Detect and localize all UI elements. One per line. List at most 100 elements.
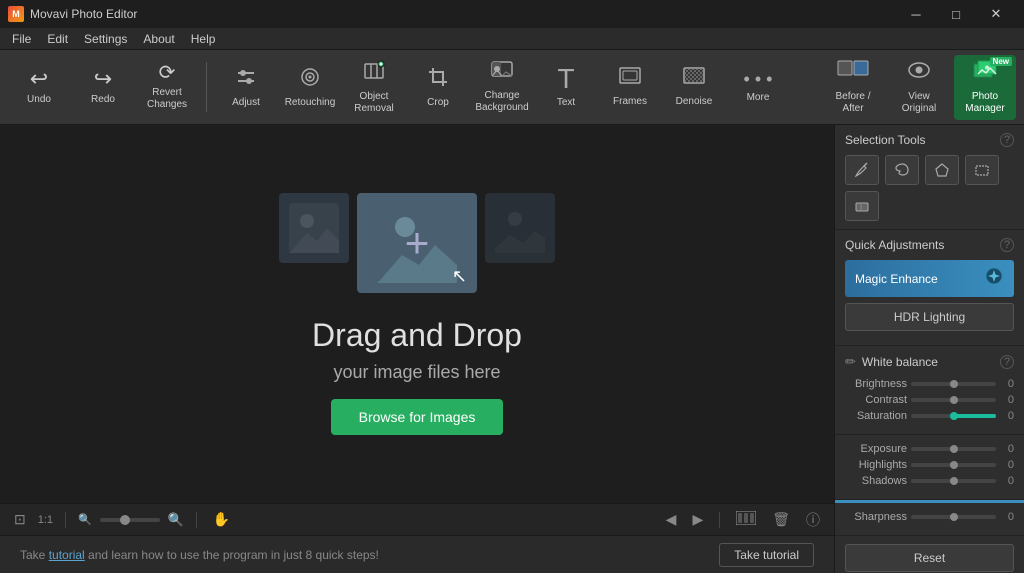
selection-lasso-button[interactable] [885, 155, 919, 185]
right-panel: Selection Tools ? [834, 125, 1024, 573]
hdr-lighting-button[interactable]: HDR Lighting [845, 303, 1014, 331]
revert-button[interactable]: ⟳ RevertChanges [136, 55, 198, 120]
menu-file[interactable]: File [4, 30, 39, 48]
contrast-label: Contrast [845, 394, 907, 406]
main-area: Take tutorial and learn how to use the p… [0, 125, 1024, 573]
zoom-slider[interactable] [100, 518, 160, 522]
selection-tools-title: Selection Tools [845, 133, 926, 147]
prev-image-button[interactable]: ◀ [662, 507, 681, 532]
toolbar-separator [206, 62, 207, 112]
retouching-button[interactable]: Retouching [279, 55, 341, 120]
highlights-value: 0 [1000, 459, 1014, 471]
selection-tools-help[interactable]: ? [1000, 133, 1014, 147]
menu-settings[interactable]: Settings [76, 30, 135, 48]
canvas-controls-right: ◀ ▶ 🗑 ⓘ [662, 506, 824, 534]
thumbnail-main: + ↖ [357, 193, 477, 293]
more-button[interactable]: • • • More [727, 55, 789, 120]
denoise-icon [682, 66, 706, 92]
actions-section: Reset Save [835, 536, 1024, 573]
minimize-button[interactable]: ─ [896, 0, 936, 28]
selection-tools-buttons [845, 155, 1014, 221]
change-background-label: ChangeBackground [475, 90, 528, 114]
magic-enhance-label: Magic Enhance [855, 272, 938, 286]
brightness-label: Brightness [845, 378, 907, 390]
menu-edit[interactable]: Edit [39, 30, 76, 48]
frames-button[interactable]: Frames [599, 55, 661, 120]
close-button[interactable]: ✕ [976, 0, 1016, 28]
selection-brush-button[interactable] [845, 155, 879, 185]
white-balance-help[interactable]: ? [1000, 355, 1014, 369]
canvas-area: Take tutorial and learn how to use the p… [0, 125, 834, 573]
quick-adjustments-help[interactable]: ? [1000, 238, 1014, 252]
zoom-ratio-label: 1:1 [38, 514, 53, 526]
selection-eraser-button[interactable] [845, 191, 879, 221]
tutorial-link[interactable]: tutorial [49, 548, 85, 562]
selection-tools-section: Selection Tools ? [835, 125, 1024, 230]
quick-adjustments-section: Quick Adjustments ? Magic Enhance HDR Li… [835, 230, 1024, 346]
before-after-button[interactable]: Before /After [822, 55, 884, 120]
magic-enhance-icon [984, 266, 1004, 291]
redo-label: Redo [91, 94, 115, 106]
revert-icon: ⟳ [159, 63, 176, 83]
canvas[interactable]: + ↖ Drag and Drop your image files here … [0, 125, 834, 503]
sharpness-row: Sharpness 0 [845, 511, 1014, 523]
selection-rectangle-button[interactable] [965, 155, 999, 185]
separator-3 [719, 512, 720, 528]
shadows-slider[interactable] [911, 479, 996, 483]
quick-adjustments-title: Quick Adjustments [845, 238, 944, 252]
exposure-slider[interactable] [911, 447, 996, 451]
text-label: Text [557, 97, 575, 109]
info-button[interactable]: ⓘ [802, 506, 824, 534]
photo-manager-button[interactable]: New PhotoManager [954, 55, 1016, 120]
shadows-slider-row: Shadows 0 [845, 475, 1014, 487]
adjust-label: Adjust [232, 97, 260, 109]
tutorial-prefix: Take [20, 548, 49, 562]
menu-help[interactable]: Help [183, 30, 224, 48]
change-background-icon [490, 60, 514, 86]
fit-view-button[interactable]: ⊡ [10, 507, 30, 532]
crop-label: Crop [427, 97, 449, 109]
text-button[interactable]: T Text [535, 55, 597, 120]
undo-button[interactable]: ↩ Undo [8, 55, 70, 120]
thumbnail-2 [485, 193, 555, 263]
selection-polygon-button[interactable] [925, 155, 959, 185]
app-icon: M [8, 6, 24, 22]
browse-images-button[interactable]: Browse for Images [331, 399, 504, 435]
brightness-value: 0 [1000, 378, 1014, 390]
sharpness-section: Sharpness 0 [835, 500, 1024, 536]
brightness-slider[interactable] [911, 382, 996, 386]
next-image-button[interactable]: ▶ [688, 507, 707, 532]
highlights-slider[interactable] [911, 463, 996, 467]
adjust-button[interactable]: Adjust [215, 55, 277, 120]
highlights-slider-row: Highlights 0 [845, 459, 1014, 471]
contrast-slider[interactable] [911, 398, 996, 402]
redo-button[interactable]: ↪ Redo [72, 55, 134, 120]
object-removal-button[interactable]: ObjectRemoval [343, 55, 405, 120]
denoise-button[interactable]: Denoise [663, 55, 725, 120]
change-background-button[interactable]: ChangeBackground [471, 55, 533, 120]
app-title: Movavi Photo Editor [30, 7, 137, 21]
delete-button[interactable]: 🗑 [768, 507, 794, 532]
frames-label: Frames [613, 96, 647, 108]
frames-icon [618, 66, 642, 92]
magic-enhance-button[interactable]: Magic Enhance [845, 260, 1014, 297]
drag-drop-subtitle: your image files here [333, 362, 500, 383]
drag-drop-title: Drag and Drop [312, 317, 522, 354]
toolbar: ↩ Undo ↪ Redo ⟳ RevertChanges Adjust [0, 50, 1024, 125]
maximize-button[interactable]: □ [936, 0, 976, 28]
reset-button[interactable]: Reset [845, 544, 1014, 572]
menu-about[interactable]: About [135, 30, 182, 48]
white-balance-title: White balance [862, 355, 938, 369]
sharpness-label: Sharpness [845, 511, 907, 523]
take-tutorial-button[interactable]: Take tutorial [719, 543, 814, 567]
sharpness-slider[interactable] [911, 515, 996, 519]
sharpness-value: 0 [1000, 511, 1014, 523]
saturation-slider-row: Saturation 0 [845, 410, 1014, 422]
pan-button[interactable]: ✋ [209, 507, 234, 532]
view-original-button[interactable]: ViewOriginal [888, 55, 950, 120]
white-balance-icon: ✏ [845, 354, 856, 370]
saturation-slider[interactable] [911, 414, 996, 418]
crop-button[interactable]: Crop [407, 55, 469, 120]
filmstrip-button[interactable] [732, 507, 760, 532]
image-thumbnails: + ↖ [279, 193, 555, 293]
